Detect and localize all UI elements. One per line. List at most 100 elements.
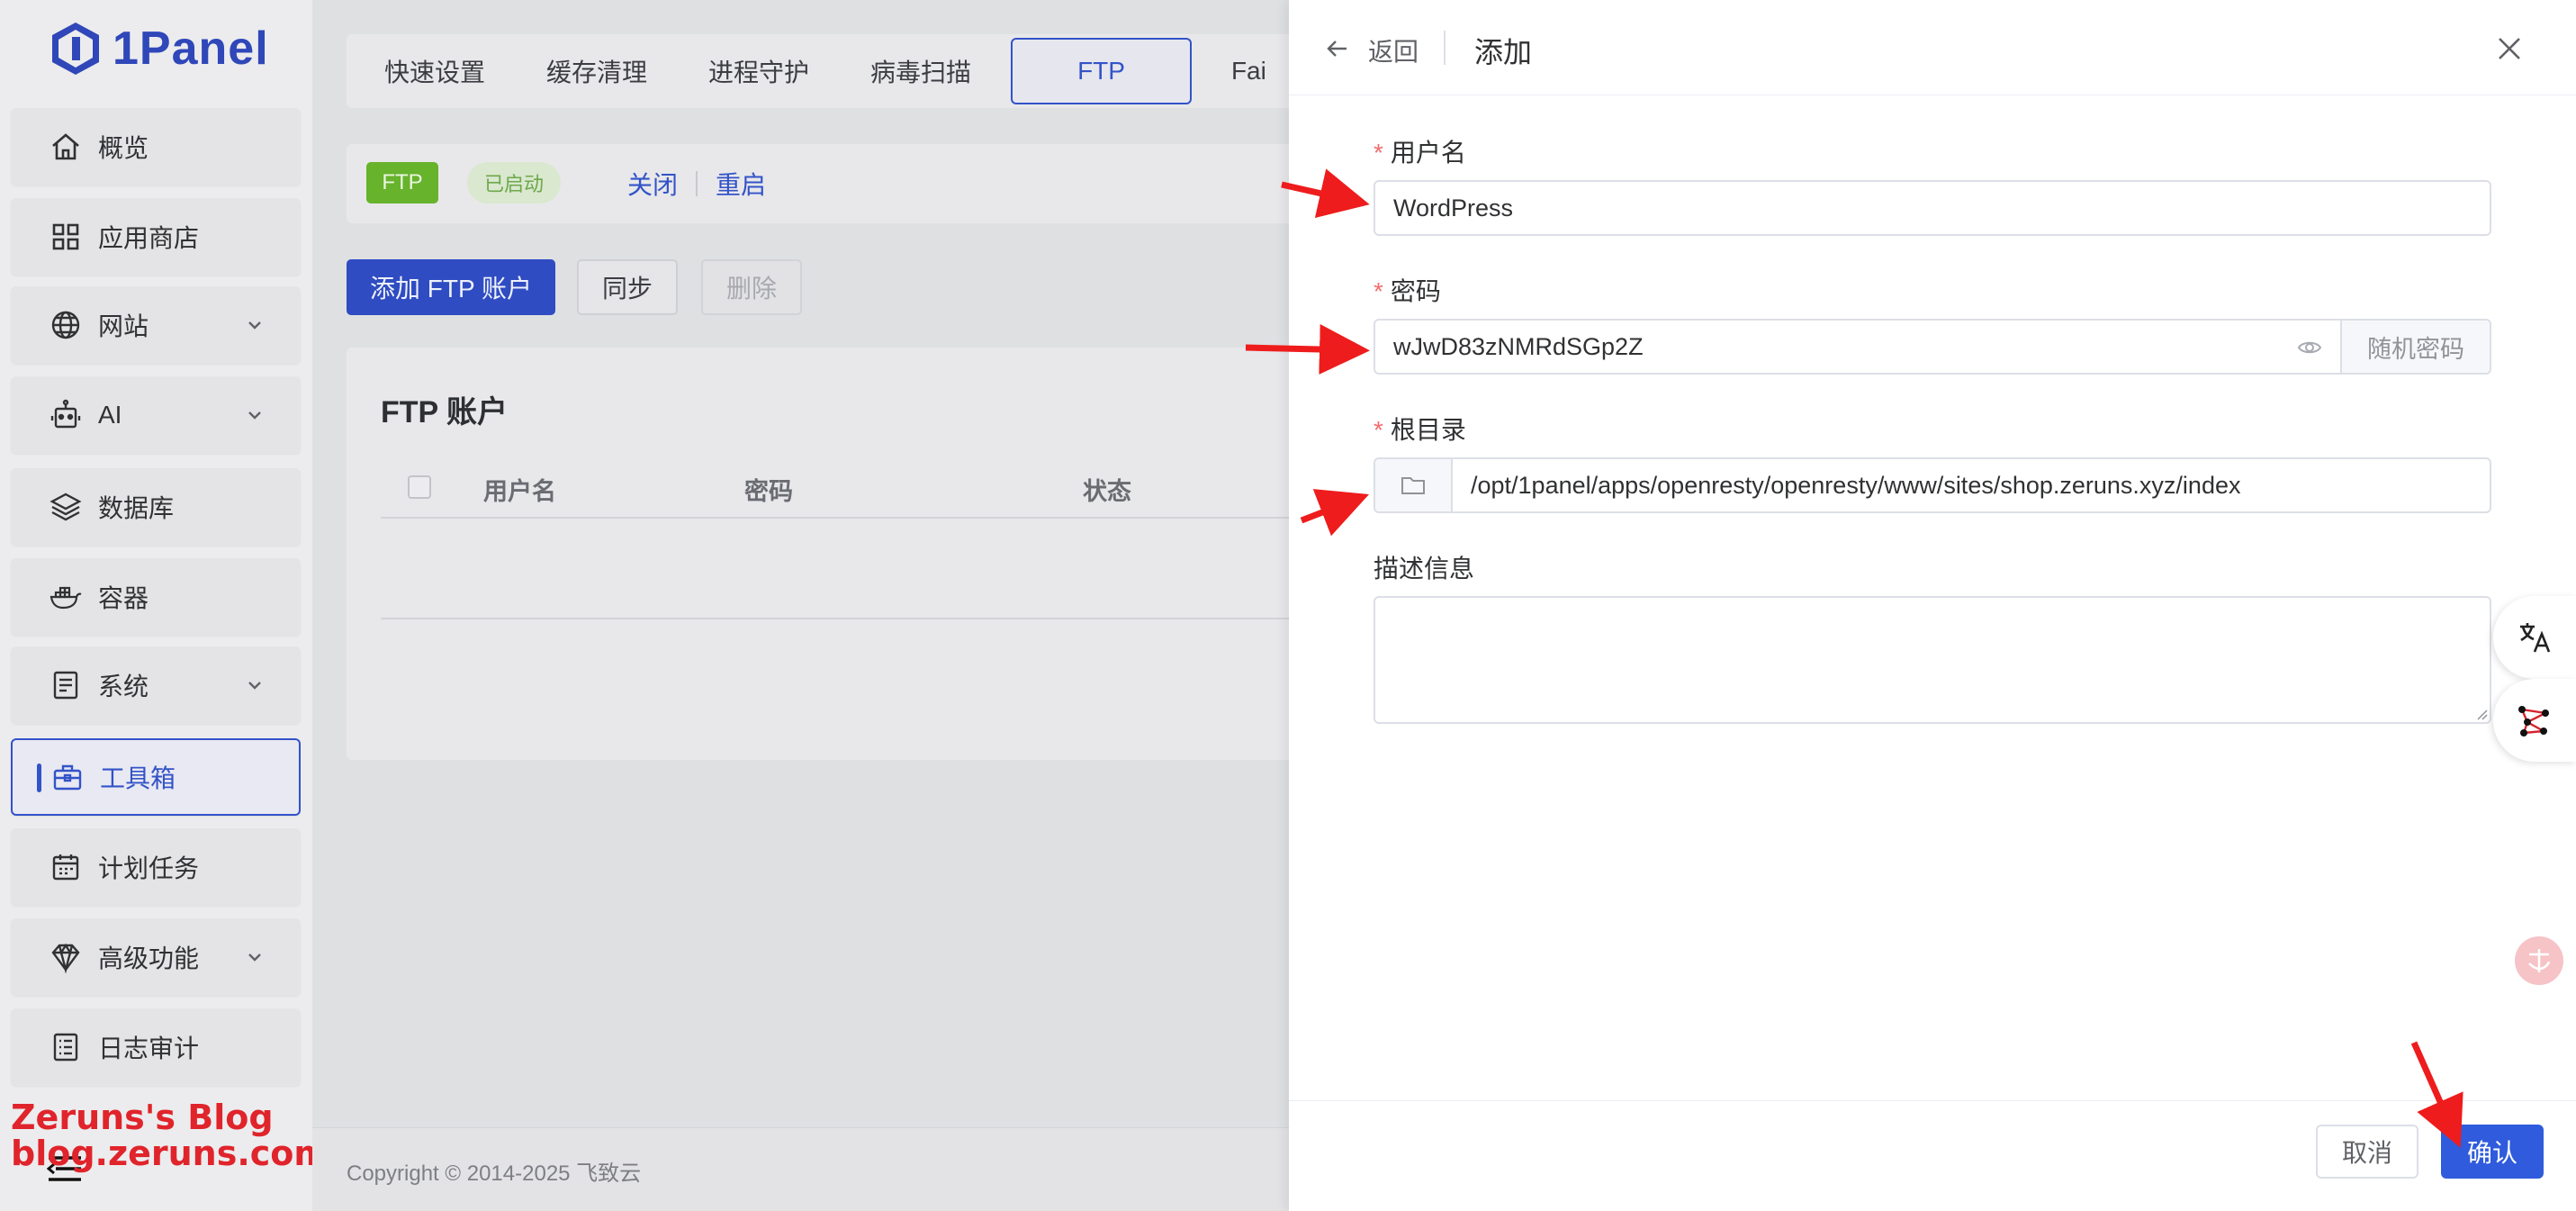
sidebar-item-ai[interactable]: AI bbox=[11, 376, 301, 454]
ai-graph-tool[interactable] bbox=[2493, 679, 2576, 762]
sidebar-item-label: 工具箱 bbox=[100, 764, 176, 792]
sidebar-item-container[interactable]: 容器 bbox=[11, 558, 301, 636]
eye-icon[interactable] bbox=[2297, 337, 2322, 358]
sidebar-item-label: 数据库 bbox=[98, 494, 175, 522]
layers-icon bbox=[50, 493, 82, 521]
sidebar-item-label: 容器 bbox=[98, 584, 149, 612]
divider bbox=[1444, 31, 1446, 65]
diamond-icon bbox=[51, 943, 80, 973]
translate-tool[interactable] bbox=[2493, 596, 2576, 679]
server-icon bbox=[53, 671, 78, 700]
arrow-left-icon[interactable] bbox=[1325, 36, 1350, 61]
sidebar-item-scheduled-tasks[interactable]: 计划任务 bbox=[11, 828, 301, 906]
sidebar-item-label: 日志审计 bbox=[98, 1035, 200, 1062]
back-button[interactable]: 返回 bbox=[1368, 32, 1419, 68]
network-graph-icon bbox=[2518, 706, 2549, 737]
delete-button[interactable]: 删除 bbox=[701, 259, 802, 315]
log-icon bbox=[53, 1033, 78, 1062]
password-value: wJwD83zNMRdSGp2Z bbox=[1393, 332, 1644, 360]
sidebar-item-website[interactable]: 网站 bbox=[11, 286, 301, 364]
folder-picker-button[interactable] bbox=[1375, 459, 1453, 511]
sidebar: 1Panel 概览 应用商店 网站 AI 数据库 容器 系统 工具箱 计划任务 … bbox=[0, 0, 329, 1211]
active-indicator bbox=[37, 764, 41, 792]
docker-icon bbox=[50, 586, 82, 610]
tab-fail2ban[interactable]: Fai bbox=[1210, 38, 1288, 104]
sidebar-item-label: AI bbox=[98, 401, 122, 429]
cancel-button[interactable]: 取消 bbox=[2316, 1125, 2418, 1179]
tab-cache-clean[interactable]: 缓存清理 bbox=[525, 38, 669, 104]
drawer-footer: 取消 确认 bbox=[1289, 1100, 2576, 1211]
divider bbox=[696, 171, 698, 196]
password-input[interactable]: wJwD83zNMRdSGp2Z bbox=[1375, 321, 2340, 373]
username-input[interactable]: WordPress bbox=[1374, 180, 2491, 236]
drawer-header: 返回 添加 bbox=[1289, 0, 2576, 95]
translate-icon bbox=[2520, 623, 2551, 653]
sidebar-item-log-audit[interactable]: 日志审计 bbox=[11, 1008, 301, 1086]
description-textarea[interactable] bbox=[1374, 596, 2491, 724]
restart-button[interactable]: 重启 bbox=[716, 166, 766, 202]
select-all-checkbox[interactable] bbox=[408, 475, 431, 499]
random-password-button[interactable]: 随机密码 bbox=[2340, 321, 2490, 373]
sidebar-item-label: 概览 bbox=[98, 134, 149, 162]
password-field: wJwD83zNMRdSGp2Z 随机密码 bbox=[1374, 319, 2491, 375]
column-status: 状态 bbox=[1083, 478, 1131, 505]
drawer-title: 添加 bbox=[1474, 36, 1533, 68]
sidebar-item-system[interactable]: 系统 bbox=[11, 646, 301, 724]
sidebar-item-overview[interactable]: 概览 bbox=[11, 108, 301, 185]
sidebar-item-app-store[interactable]: 应用商店 bbox=[11, 198, 301, 276]
chevron-down-icon[interactable] bbox=[247, 677, 263, 693]
column-password: 密码 bbox=[744, 478, 793, 505]
sync-button[interactable]: 同步 bbox=[577, 259, 678, 315]
watermark-url: blog.zeruns.com bbox=[11, 1134, 329, 1173]
username-label: * 用户名 bbox=[1374, 139, 1466, 167]
password-label: * 密码 bbox=[1374, 277, 1441, 305]
sidebar-item-label: 高级功能 bbox=[98, 944, 200, 972]
home-icon bbox=[52, 133, 79, 160]
ftp-tag: FTP bbox=[366, 162, 438, 203]
table-divider bbox=[381, 618, 1317, 619]
chevron-down-icon[interactable] bbox=[247, 317, 263, 333]
page-footer: Copyright © 2014-2025 飞致云 bbox=[312, 1127, 1289, 1211]
robot-icon bbox=[50, 399, 81, 429]
tab-quick-settings[interactable]: 快速设置 bbox=[363, 38, 507, 104]
copyright-text: Copyright © 2014-2025 飞致云 bbox=[347, 1161, 642, 1186]
sidebar-item-label: 计划任务 bbox=[98, 854, 200, 882]
ftp-accounts-card: FTP 账户 用户名 密码 状态 bbox=[347, 348, 1337, 760]
add-ftp-drawer: 返回 添加 * 用户名 WordPress * 密码 wJwD83zNMRdSGp2… bbox=[1289, 0, 2576, 1211]
rootdir-input[interactable]: /opt/1panel/apps/openresty/openresty/www… bbox=[1453, 459, 2490, 511]
toolbox-icon bbox=[53, 764, 82, 791]
column-username: 用户名 bbox=[483, 478, 556, 505]
chevron-down-icon[interactable] bbox=[247, 407, 263, 423]
assistant-icon bbox=[2528, 949, 2551, 972]
sidebar-item-label: 网站 bbox=[98, 312, 149, 340]
card-title: FTP 账户 bbox=[381, 395, 509, 429]
folder-icon bbox=[1401, 477, 1425, 494]
grid-icon bbox=[52, 223, 79, 250]
sidebar-item-advanced[interactable]: 高级功能 bbox=[11, 918, 301, 996]
assistant-bubble[interactable] bbox=[2515, 936, 2563, 985]
description-label: 描述信息 bbox=[1374, 555, 1475, 583]
sidebar-item-label: 应用商店 bbox=[98, 224, 200, 252]
tab-process-guard[interactable]: 进程守护 bbox=[687, 38, 831, 104]
status-badge: 已启动 bbox=[467, 162, 561, 203]
chevron-down-icon[interactable] bbox=[247, 949, 263, 965]
tab-ftp[interactable]: FTP bbox=[1011, 38, 1192, 104]
tab-virus-scan[interactable]: 病毒扫描 bbox=[849, 38, 993, 104]
stop-button[interactable]: 关闭 bbox=[627, 166, 678, 202]
ftp-status-bar: FTP 已启动 关闭 重启 bbox=[347, 144, 1337, 223]
add-ftp-account-button[interactable]: 添加 FTP 账户 bbox=[347, 259, 555, 315]
logo-hexagon-icon bbox=[52, 23, 99, 75]
rootdir-label: * 根目录 bbox=[1374, 416, 1466, 444]
resize-handle-icon[interactable] bbox=[2475, 708, 2488, 720]
sidebar-item-toolbox[interactable]: 工具箱 bbox=[11, 738, 301, 816]
main-content: 快速设置 缓存清理 进程守护 病毒扫描 FTP Fai FTP 已启动 关闭 重… bbox=[312, 0, 1349, 1211]
toolbox-tabs: 快速设置 缓存清理 进程守护 病毒扫描 FTP Fai bbox=[347, 34, 1337, 108]
sidebar-item-database[interactable]: 数据库 bbox=[11, 468, 301, 546]
confirm-button[interactable]: 确认 bbox=[2441, 1125, 2544, 1179]
logo[interactable]: 1Panel bbox=[50, 16, 269, 81]
close-icon[interactable] bbox=[2495, 34, 2524, 63]
watermark-title: Zeruns's Blog bbox=[11, 1098, 274, 1137]
calendar-icon bbox=[52, 854, 79, 881]
rootdir-field: /opt/1panel/apps/openresty/openresty/www… bbox=[1374, 457, 2491, 513]
globe-icon bbox=[51, 311, 80, 339]
